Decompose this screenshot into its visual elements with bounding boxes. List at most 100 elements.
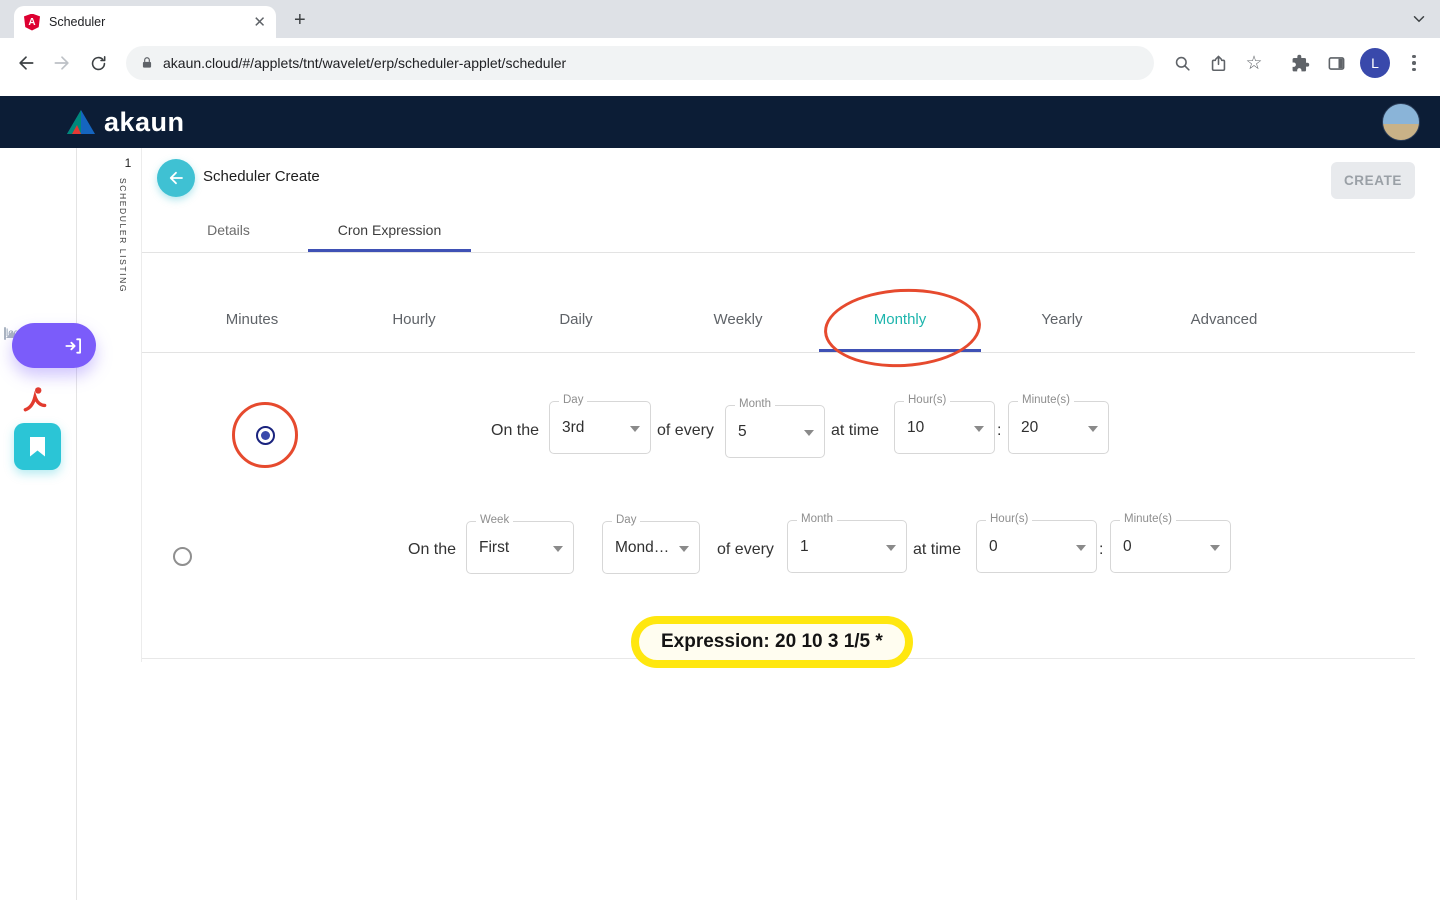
chevron-down-icon xyxy=(1210,544,1220,551)
reload-icon[interactable] xyxy=(82,47,114,79)
new-tab-button[interactable]: + xyxy=(294,9,306,32)
scheduler-listing-rail[interactable]: 1 SCHEDULER LISTING xyxy=(118,156,138,293)
chevron-down-icon xyxy=(630,425,640,432)
cron-subtabs: Minutes Hourly Daily Weekly Monthly Year… xyxy=(171,288,1305,352)
side-panel-icon[interactable] xyxy=(1320,47,1352,79)
annotation-red-circle-radio xyxy=(232,402,298,468)
chevron-down-icon xyxy=(679,545,689,552)
search-icon[interactable] xyxy=(1166,47,1198,79)
login-arrow-icon xyxy=(65,337,82,354)
option1-at-time-label: at time xyxy=(831,422,880,439)
browser-tabstrip: A Scheduler ✕ + xyxy=(0,0,1440,38)
back-button[interactable] xyxy=(157,159,195,197)
chevron-down-icon xyxy=(1076,544,1086,551)
tab-close-icon[interactable]: ✕ xyxy=(253,15,266,30)
create-button[interactable]: CREATE xyxy=(1331,162,1415,199)
option1-hour-select[interactable]: Hour(s) 10 xyxy=(894,394,995,454)
option2-day-select[interactable]: Day Mond… xyxy=(602,514,700,574)
option1-day-select[interactable]: Day 3rd xyxy=(549,394,651,454)
hour-select-label: Hour(s) xyxy=(904,394,951,406)
browser-toolbar: akaun.cloud/#/applets/tnt/wavelet/erp/sc… xyxy=(0,38,1440,88)
option2-minute-select[interactable]: Minute(s) 0 xyxy=(1110,513,1231,573)
day-select-label: Day xyxy=(612,514,641,526)
cron-expression-text: Expression: 20 10 3 1/5 * xyxy=(631,616,913,668)
option2-hour-select[interactable]: Hour(s) 0 xyxy=(976,513,1097,573)
month-select-label: Month xyxy=(797,513,837,525)
main-content: Scheduler Create CREATE Details Cron Exp… xyxy=(141,148,1415,668)
extensions-icon[interactable] xyxy=(1284,47,1316,79)
menu-kebab-icon[interactable] xyxy=(1398,47,1430,79)
brand-text: akaun xyxy=(104,106,185,137)
subtab-weekly[interactable]: Weekly xyxy=(657,288,819,352)
hour-select-value: 0 xyxy=(989,537,998,555)
chevron-down-icon xyxy=(553,545,563,552)
option2-colon: : xyxy=(1099,541,1104,558)
month-select-value: 5 xyxy=(738,422,747,440)
back-icon[interactable] xyxy=(10,47,42,79)
option1-of-every-label: of every xyxy=(657,422,714,439)
minute-select-value: 0 xyxy=(1123,537,1132,555)
option1-colon: : xyxy=(997,422,1002,439)
app-header: akaun xyxy=(0,96,1440,148)
subtab-yearly[interactable]: Yearly xyxy=(981,288,1143,352)
option1-minute-select[interactable]: Minute(s) 20 xyxy=(1008,394,1109,454)
option2-week-select[interactable]: Week First xyxy=(466,514,574,574)
option2-radio[interactable] xyxy=(173,547,192,566)
url-text: akaun.cloud/#/applets/tnt/wavelet/erp/sc… xyxy=(163,55,567,71)
minute-select-label: Minute(s) xyxy=(1120,513,1176,525)
week-select-value: First xyxy=(479,538,510,556)
page-title: Scheduler Create xyxy=(203,168,320,185)
day-select-value: Mond… xyxy=(615,538,670,556)
subtab-minutes[interactable]: Minutes xyxy=(171,288,333,352)
share-icon[interactable] xyxy=(1202,47,1234,79)
tab-cron-expression[interactable]: Cron Expression xyxy=(308,208,471,252)
lock-icon xyxy=(142,57,152,68)
bookmark-star-icon[interactable]: ☆ xyxy=(1238,47,1270,79)
month-select-value: 1 xyxy=(800,537,809,555)
option2-month-select[interactable]: Month 1 xyxy=(787,513,907,573)
login-pill-button[interactable] xyxy=(12,323,96,368)
subtabs-divider xyxy=(142,352,1415,353)
tab-search-chevron-icon[interactable] xyxy=(1410,10,1428,28)
subtab-hourly[interactable]: Hourly xyxy=(333,288,495,352)
angular-favicon-icon: A xyxy=(24,13,40,31)
option1-month-select[interactable]: Month 5 xyxy=(725,398,825,458)
chevron-down-icon xyxy=(804,429,814,436)
option2-of-every-label: of every xyxy=(717,541,774,558)
option2-on-the-label: On the xyxy=(408,541,457,558)
detail-tabs: Details Cron Expression xyxy=(171,208,471,252)
month-select-label: Month xyxy=(735,398,775,410)
screen: A Scheduler ✕ + akaun.cloud/#/applets/tn… xyxy=(0,0,1440,900)
hour-select-label: Hour(s) xyxy=(986,513,1033,525)
day-select-value: 3rd xyxy=(562,418,585,436)
akaun-triangle-icon xyxy=(67,110,95,134)
browser-tab[interactable]: A Scheduler ✕ xyxy=(14,6,276,38)
option1-on-the-label: On the xyxy=(491,422,540,439)
back-arrow-icon xyxy=(169,171,183,185)
day-select-label: Day xyxy=(559,394,588,406)
akaun-logo: akaun xyxy=(66,107,185,138)
tab-details[interactable]: Details xyxy=(171,208,286,252)
broken-image-icon xyxy=(4,327,6,340)
bookmark-icon xyxy=(30,436,45,457)
minute-select-label: Minute(s) xyxy=(1018,394,1074,406)
browser-profile-avatar[interactable]: L xyxy=(1360,48,1390,78)
chevron-down-icon xyxy=(886,544,896,551)
red-applet-icon xyxy=(23,387,47,412)
user-avatar[interactable] xyxy=(1382,103,1420,141)
week-select-label: Week xyxy=(476,514,514,526)
tabs-divider xyxy=(142,252,1415,253)
chevron-down-icon xyxy=(1088,425,1098,432)
address-bar[interactable]: akaun.cloud/#/applets/tnt/wavelet/erp/sc… xyxy=(126,46,1154,80)
rail-step-number: 1 xyxy=(124,156,132,170)
option2-at-time-label: at time xyxy=(913,541,962,558)
sidebar-item-scheduler-applet[interactable] xyxy=(14,423,61,470)
subtab-daily[interactable]: Daily xyxy=(495,288,657,352)
forward-icon[interactable] xyxy=(46,47,78,79)
tab-title: Scheduler xyxy=(49,15,106,29)
chevron-down-icon xyxy=(974,425,984,432)
minute-select-value: 20 xyxy=(1021,418,1039,436)
sidebar-item-red-applet[interactable] xyxy=(20,384,50,414)
subtab-advanced[interactable]: Advanced xyxy=(1143,288,1305,352)
sidebar: logo ⚙ xyxy=(0,148,96,900)
